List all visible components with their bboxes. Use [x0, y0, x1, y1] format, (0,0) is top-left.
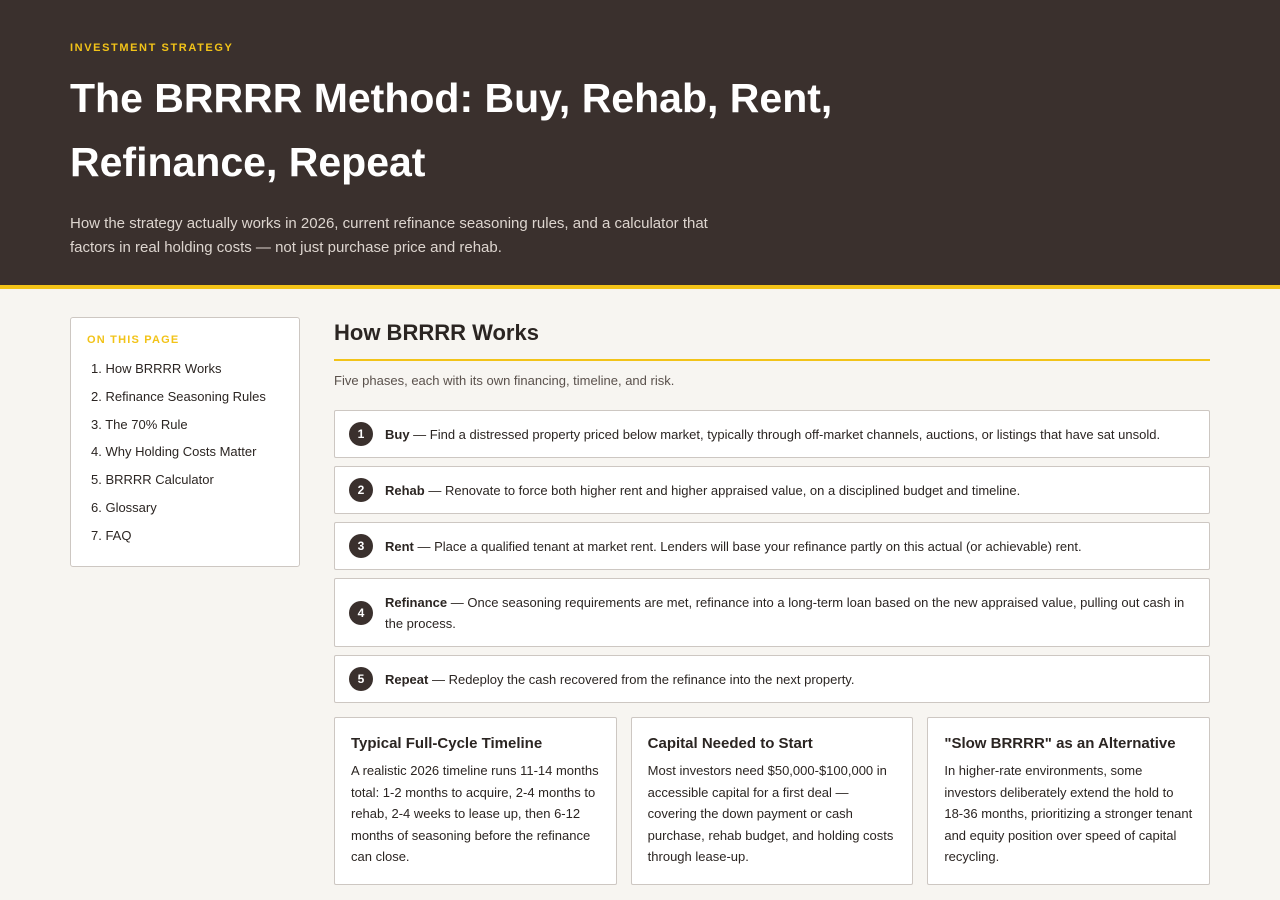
info-cards: Typical Full-Cycle Timeline A realistic … — [334, 717, 1211, 885]
step-number-badge: 4 — [349, 600, 373, 625]
hero-banner: INVESTMENT STRATEGY The BRRRR Method: Bu… — [0, 0, 1280, 289]
step-name: Rehab — [385, 482, 425, 498]
table-of-contents: ON THIS PAGE 1. How BRRRR Works 2. Refin… — [70, 317, 300, 567]
step-text: Repeat — Redeploy the cash recovered fro… — [385, 669, 854, 690]
step-description: — Redeploy the cash recovered from the r… — [428, 671, 855, 687]
card-body: Most investors need $50,000-$100,000 in … — [647, 763, 894, 865]
toc-list: 1. How BRRRR Works 2. Refinance Seasonin… — [87, 355, 283, 550]
toc-link-brrrr-calculator[interactable]: 5. BRRRR Calculator — [87, 466, 283, 494]
section-heading: How BRRRR Works — [334, 317, 1210, 361]
toc-link-faq[interactable]: 7. FAQ — [87, 522, 283, 550]
card-title: Typical Full-Cycle Timeline — [351, 735, 543, 752]
step-number-badge: 2 — [349, 478, 373, 502]
step-repeat: 5 Repeat — Redeploy the cash recovered f… — [334, 655, 1210, 703]
step-text: Buy — Find a distressed property priced … — [385, 424, 1160, 445]
section-lead: Five phases, each with its own financing… — [334, 373, 675, 388]
step-description: — Find a distressed property priced belo… — [409, 426, 1161, 442]
step-number-badge: 5 — [349, 667, 373, 691]
toc-link-holding-costs[interactable]: 4. Why Holding Costs Matter — [87, 438, 283, 466]
page-subtitle: How the strategy actually works in 2026,… — [70, 215, 708, 256]
eyebrow-label: INVESTMENT STRATEGY — [70, 42, 234, 54]
toc-link-glossary[interactable]: 6. Glossary — [87, 494, 283, 522]
card-title: Capital Needed to Start — [647, 735, 813, 752]
main-layout: ON THIS PAGE 1. How BRRRR Works 2. Refin… — [0, 289, 1280, 885]
step-name: Rent — [385, 538, 414, 554]
step-number-badge: 1 — [349, 422, 373, 446]
toc-link-refinance-seasoning-rules[interactable]: 2. Refinance Seasoning Rules — [87, 383, 283, 411]
card-capital: Capital Needed to Start Most investors n… — [630, 717, 914, 885]
step-text: Rehab — Renovate to force both higher re… — [385, 480, 1020, 501]
step-name: Refinance — [385, 594, 448, 610]
step-name: Buy — [385, 426, 410, 442]
step-description: — Renovate to force both higher rent and… — [424, 482, 1021, 498]
step-description: — Once seasoning requirements are met, r… — [385, 594, 1185, 631]
toc-link-70-percent-rule[interactable]: 3. The 70% Rule — [87, 411, 283, 439]
page-title: The BRRRR Method: Buy, Rehab, Rent, Refi… — [70, 75, 833, 185]
step-text: Refinance — Once seasoning requirements … — [385, 592, 1195, 634]
card-body: A realistic 2026 timeline runs 11-14 mon… — [351, 763, 599, 865]
step-text: Rent — Place a qualified tenant at marke… — [385, 536, 1082, 557]
step-number-badge: 3 — [349, 534, 373, 558]
step-buy: 1 Buy — Find a distressed property price… — [334, 410, 1210, 458]
card-body: In higher-rate environments, some invest… — [944, 763, 1193, 865]
card-slow-brrrr: "Slow BRRRR" as an Alternative In higher… — [927, 717, 1211, 885]
step-rehab: 2 Rehab — Renovate to force both higher … — [334, 466, 1210, 514]
article-content: How BRRRR Works Five phases, each with i… — [334, 317, 1211, 885]
card-timeline: Typical Full-Cycle Timeline A realistic … — [334, 717, 617, 885]
card-title: "Slow BRRRR" as an Alternative — [944, 735, 1176, 752]
step-rent: 3 Rent — Place a qualified tenant at mar… — [334, 522, 1210, 570]
step-name: Repeat — [385, 671, 429, 687]
toc-link-how-brrrr-works[interactable]: 1. How BRRRR Works — [87, 355, 283, 383]
step-refinance: 4 Refinance — Once seasoning requirement… — [334, 578, 1210, 647]
toc-title: ON THIS PAGE — [87, 334, 180, 346]
step-description: — Place a qualified tenant at market ren… — [413, 538, 1082, 554]
